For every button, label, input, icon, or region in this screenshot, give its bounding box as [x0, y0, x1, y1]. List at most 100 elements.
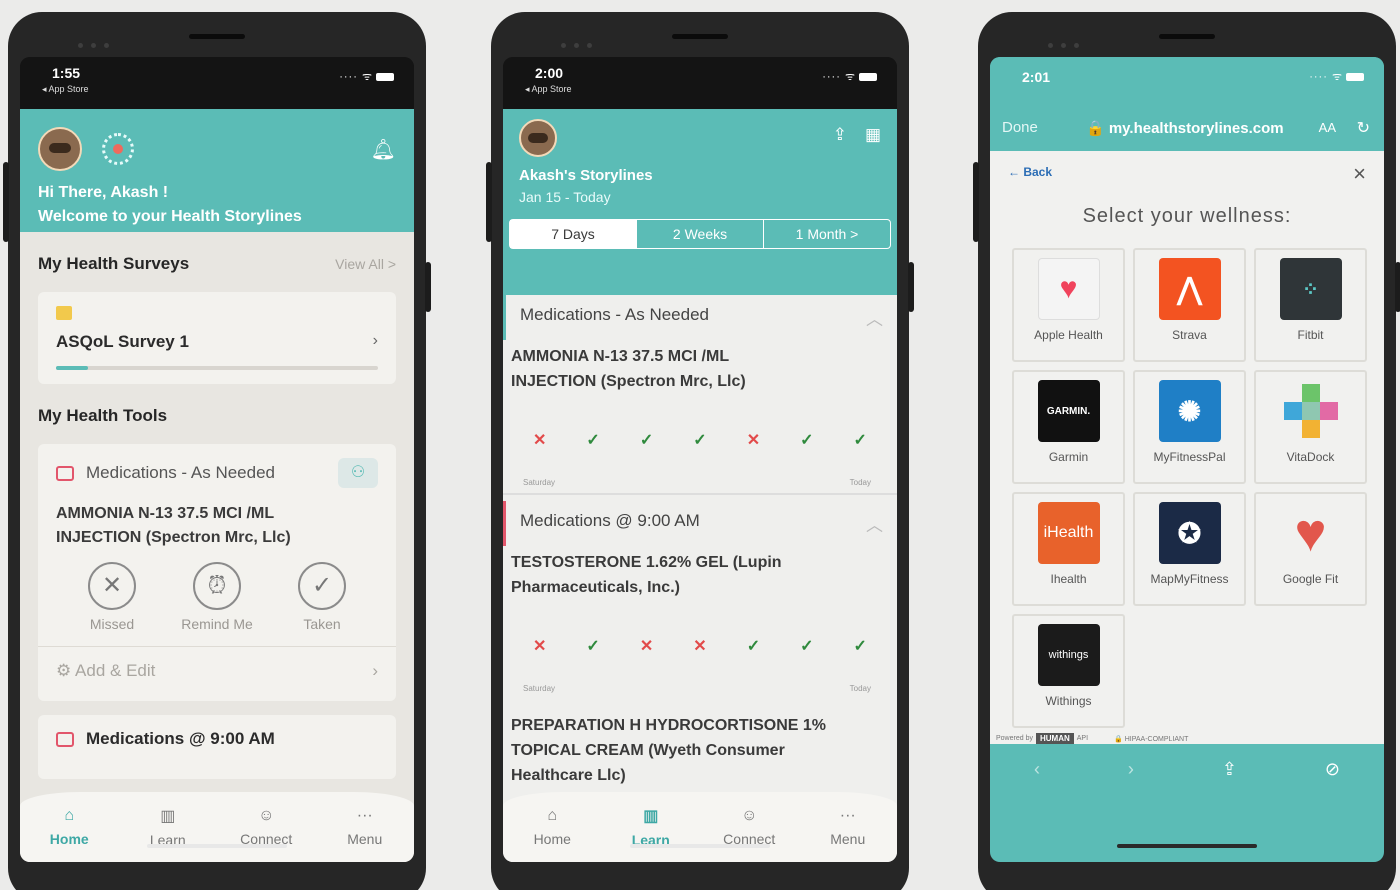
calendar-icon[interactable]: ▦: [865, 125, 881, 144]
wellness-app-grid: ♥ Apple Health ⋀ Strava ⁘ Fitbit GARMIN.…: [1000, 248, 1374, 728]
home-icon: ⌂: [64, 807, 75, 824]
tile-label: Apple Health: [1034, 328, 1103, 342]
tab-connect[interactable]: ☺ Connect: [709, 807, 789, 847]
drug-2-name: TESTOSTERONE 1.62% GEL (Lupin Pharmaceut…: [503, 546, 897, 600]
header-actions: ⇪ ▦: [815, 125, 881, 145]
wellness-flower-icon[interactable]: [102, 133, 134, 165]
welcome-text: Welcome to your Health Storylines: [38, 208, 302, 225]
missed-mark: ✕: [693, 638, 707, 655]
text-size-button[interactable]: AA: [1319, 120, 1336, 135]
taken-button[interactable]: ✓ Taken: [282, 562, 362, 632]
url-display[interactable]: 🔒 my.healthstorylines.com: [1086, 119, 1284, 137]
browser-address-bar: Done 🔒 my.healthstorylines.com AA ↻: [990, 109, 1384, 151]
tab-home[interactable]: ⌂ Home: [29, 807, 109, 847]
tile-vitadock[interactable]: VitaDock: [1254, 370, 1367, 484]
home-header: 🔔︎ Hi There, Akash ! Welcome to your Hea…: [20, 109, 414, 232]
tools-title: My Health Tools: [38, 406, 168, 425]
tile-strava[interactable]: ⋀ Strava: [1133, 248, 1246, 362]
close-icon[interactable]: ×: [1353, 163, 1366, 185]
taken-mark: ✓: [639, 432, 654, 449]
tile-google-fit[interactable]: ♥ Google Fit: [1254, 492, 1367, 606]
tab-learn[interactable]: ▥ Learn: [611, 806, 691, 848]
avatar[interactable]: [519, 119, 557, 157]
taken-mark: ✓: [693, 432, 707, 449]
bell-icon[interactable]: 🔔︎: [371, 137, 396, 162]
tab-home-label: Home: [533, 831, 571, 847]
dose-actions: ✕ Missed ⏰︎ Remind Me ✓ Taken: [56, 562, 378, 632]
tile-myfitnesspal[interactable]: ✺ MyFitnessPal: [1133, 370, 1246, 484]
date-range: Jan 15 - Today: [519, 189, 611, 205]
chevron-right-icon: ›: [372, 332, 378, 349]
medication-card-header: Medications - As Needed ⚇: [56, 458, 378, 488]
signal-wifi-battery-icon: ···· ᯤ: [339, 69, 394, 84]
tab-connect[interactable]: ☺ Connect: [226, 807, 306, 847]
segment-2-weeks[interactable]: 2 Weeks: [637, 220, 764, 248]
speaker-grille: [672, 34, 728, 39]
add-edit-row[interactable]: ⚙︎ Add & Edit ›: [38, 646, 396, 687]
status-time: 2:01: [1022, 69, 1051, 85]
tile-withings[interactable]: withings Withings: [1012, 614, 1125, 728]
tile-mapmyfitness[interactable]: ✪ MapMyFitness: [1133, 492, 1246, 606]
section-9am[interactable]: Medications @ 9:00 AM ︿: [503, 501, 897, 546]
reload-icon[interactable]: ↻: [1357, 118, 1370, 138]
taken-mark: ✓: [800, 638, 814, 655]
avatar[interactable]: [38, 127, 82, 171]
phone-home: 1:55 ◂ App Store ···· ᯤ 🔔︎ Hi There, Aka…: [3, 12, 431, 890]
dose-history-2: ✕ ✓ ✕ ✕ ✓ ✓ ✓: [503, 600, 897, 684]
ihealth-logo: iHealth: [1037, 502, 1100, 564]
browser-forward-icon[interactable]: ›: [1128, 759, 1134, 780]
remind-label: Remind Me: [181, 616, 253, 632]
section-9am-title: Medications @ 9:00 AM: [520, 511, 700, 530]
check-icon: ✓: [298, 562, 346, 610]
share-icon[interactable]: ⇪: [1222, 759, 1237, 780]
add-edit-label: Add & Edit: [75, 661, 156, 680]
status-time: 1:55: [52, 65, 81, 81]
drug-name: AMMONIA N-13 37.5 MCI /ML INJECTION (Spe…: [56, 502, 378, 550]
done-button[interactable]: Done: [1002, 119, 1038, 136]
share-icon[interactable]: ⇪: [833, 125, 847, 144]
tile-ihealth[interactable]: iHealth Ihealth: [1012, 492, 1125, 606]
segment-1-month[interactable]: 1 Month >: [764, 220, 890, 248]
browser-back-icon[interactable]: ‹: [1034, 759, 1040, 780]
missed-button[interactable]: ✕ Missed: [72, 562, 152, 632]
tab-learn[interactable]: ▥ Learn: [128, 806, 208, 848]
back-to-app-store[interactable]: ◂ App Store: [525, 84, 572, 95]
tile-apple-health[interactable]: ♥ Apple Health: [1012, 248, 1125, 362]
tile-fitbit[interactable]: ⁘ Fitbit: [1254, 248, 1367, 362]
tab-menu-label: Menu: [830, 831, 866, 847]
axis-end: Today: [849, 478, 871, 487]
survey-name: ASQoL Survey 1: [56, 332, 189, 351]
medkit-icon: [56, 465, 74, 481]
tile-garmin[interactable]: GARMIN. Garmin: [1012, 370, 1125, 484]
camera-dots: [561, 35, 641, 48]
speaker-grille: [1159, 34, 1215, 39]
chart-icon: ▥: [643, 808, 659, 825]
section-as-needed[interactable]: Medications - As Needed ︿: [503, 295, 897, 340]
storylines-body: Medications - As Needed ︿ AMMONIA N-13 37…: [503, 295, 897, 862]
taken-mark: ✓: [586, 432, 600, 449]
tab-bar: ⌂ Home ▥ Learn ☺ Connect ··· Menu: [20, 792, 414, 862]
camera-dots: [1048, 35, 1128, 48]
segment-7-days[interactable]: 7 Days: [510, 220, 637, 248]
google-fit-heart-icon: ♥: [1294, 503, 1327, 563]
home-screen: 1:55 ◂ App Store ···· ᯤ 🔔︎ Hi There, Aka…: [20, 57, 414, 862]
view-all-link[interactable]: View All >: [335, 256, 396, 272]
back-button[interactable]: ← Back: [1008, 165, 1052, 183]
tab-menu[interactable]: ··· Menu: [808, 807, 888, 847]
chat-icon: ☺: [258, 807, 275, 824]
survey-card[interactable]: ASQoL Survey 1 ›: [38, 292, 396, 384]
compass-icon[interactable]: ⊘: [1325, 759, 1340, 780]
dancer-icon: ✺: [1158, 380, 1221, 442]
tile-label: Fitbit: [1297, 328, 1324, 342]
pill-info-icon[interactable]: ⚇: [338, 458, 378, 488]
tab-menu[interactable]: ··· Menu: [325, 807, 405, 847]
drug-3-line2: TOPICAL CREAM (Wyeth Consumer: [511, 742, 785, 759]
medication-card-2[interactable]: Medications @ 9:00 AM: [38, 715, 396, 779]
tab-home[interactable]: ⌂ Home: [512, 807, 592, 847]
surveys-title: My Health Surveys: [38, 254, 190, 273]
drug-name-line1: AMMONIA N-13 37.5 MCI /ML: [56, 505, 275, 522]
missed-mark: ✕: [639, 638, 654, 655]
back-to-app-store[interactable]: ◂ App Store: [42, 84, 89, 95]
chevron-up-icon: ︿: [866, 516, 883, 535]
remind-me-button[interactable]: ⏰︎ Remind Me: [177, 562, 257, 632]
